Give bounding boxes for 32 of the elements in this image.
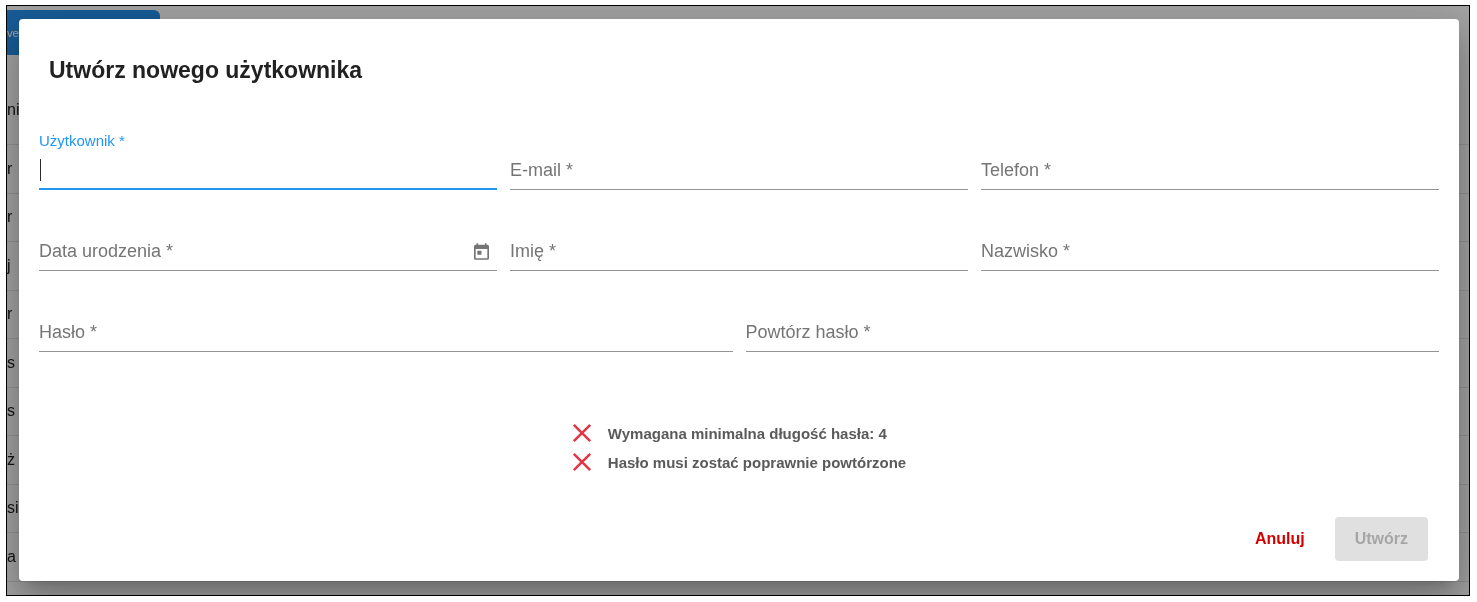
list-item-text: s: [7, 353, 15, 372]
date-field[interactable]: Data urodzenia *: [39, 212, 497, 271]
input-field[interactable]: E-mail *: [510, 131, 968, 190]
dialog-title: Utwórz nowego użytkownika: [49, 56, 363, 85]
validation-message: Hasło musi zostać poprawnie powtórzone: [607, 453, 907, 471]
calendar-icon[interactable]: [474, 242, 489, 260]
input-field[interactable]: Telefon *: [981, 131, 1439, 190]
input-field[interactable]: Nazwisko *: [981, 212, 1439, 271]
validation-message: Wymagana minimalna długość hasła: 4: [607, 424, 887, 442]
cancel-button[interactable]: Anuluj: [1238, 517, 1321, 561]
list-item-text: r: [7, 159, 13, 178]
list-item-text: a: [7, 547, 16, 566]
list-item-text: r: [7, 208, 13, 227]
field-label: Data urodzenia *: [39, 240, 174, 262]
list-item-text: j: [7, 256, 11, 275]
list-item-text: r: [7, 305, 13, 324]
field-label: Imię *: [510, 240, 556, 262]
list-item-text: ż: [7, 450, 15, 469]
list-item-text: ni: [7, 100, 20, 119]
list-item-text: s: [7, 402, 15, 421]
input-field[interactable]: Imię *: [510, 212, 968, 271]
field-label: Hasło *: [39, 321, 98, 343]
input-field[interactable]: Hasło *: [39, 293, 733, 352]
text-cursor-icon: [40, 158, 41, 181]
input-field[interactable]: Użytkownik *: [39, 131, 497, 190]
field-label: E-mail *: [510, 159, 573, 181]
input-field[interactable]: Powtórz hasło *: [745, 293, 1439, 352]
list-item-text: si: [7, 499, 19, 518]
field-label: Powtórz hasło *: [745, 321, 871, 343]
field-label: Użytkownik *: [39, 131, 125, 151]
field-label: Telefon *: [981, 159, 1052, 181]
field-label: Nazwisko *: [981, 240, 1071, 262]
